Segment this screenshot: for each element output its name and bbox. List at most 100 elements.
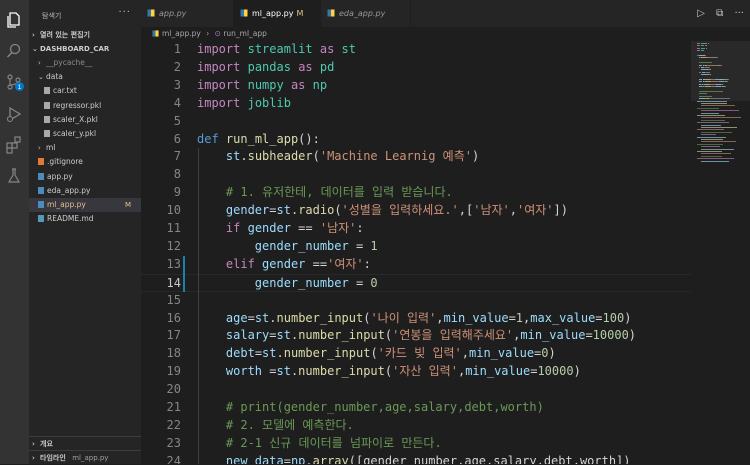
code-line[interactable]: 23 # 2-1 신규 데이터를 넘파이로 만든다. (141, 435, 691, 453)
extensions-icon[interactable] (5, 136, 23, 154)
tree-item[interactable]: › __pycache__ (29, 56, 141, 70)
code-line[interactable]: 21 # print(gender_number,age,salary,debt… (141, 399, 691, 417)
code-line[interactable]: 16 age=st.number_input('나이 입력',min_value… (141, 310, 691, 328)
timeline-section[interactable]: › 타임라인 ml_app.py (29, 450, 141, 464)
code-token: elif (225, 256, 255, 271)
code-line[interactable]: 6 def run_ml_app(): (141, 131, 691, 149)
git-file-icon (38, 158, 44, 166)
code-line[interactable]: 7 st.subheader('Machine Learnig 예측') (141, 148, 691, 166)
chevron-right-icon: › (38, 59, 41, 67)
explorer-more-button[interactable]: ··· (118, 7, 131, 18)
tree-item[interactable]: › ml (29, 141, 141, 155)
testing-icon[interactable] (5, 167, 23, 185)
code-line[interactable]: 3 import numpy as np (141, 77, 691, 95)
code-line[interactable]: 2 import pandas as pd (141, 59, 691, 77)
tree-item[interactable]: scaler_y.pkl (29, 127, 141, 141)
python-file-icon (147, 9, 155, 17)
code-line[interactable]: 19 worth =st.number_input('자산 입력',min_va… (141, 363, 691, 381)
line-number: 19 (166, 364, 181, 379)
code-text: gender=st.radio('성별을 입력하세요.',['남자','여자']… (197, 202, 568, 220)
code-token: '남자' (473, 203, 510, 218)
line-number: 13 (166, 256, 181, 271)
tree-item[interactable]: .gitignore (29, 155, 141, 169)
code-line[interactable]: 9 # 1. 유저한테, 데이터를 입력 받습니다. (141, 184, 691, 202)
tree-item[interactable]: app.py (29, 170, 141, 184)
code-line[interactable]: 12 gender_number = 1 (141, 238, 691, 256)
code-line[interactable]: 4 import joblib (141, 95, 691, 113)
minimap-segment (697, 122, 729, 124)
code-line[interactable]: 20 (141, 381, 691, 399)
split-editor-button[interactable]: ⧉ (716, 8, 723, 19)
code-token: pd (319, 59, 335, 74)
tree-item[interactable]: ml_app.py M (29, 198, 141, 212)
code-line[interactable]: 17 salary=st.number_input('연봉을 입력해주세요',m… (141, 327, 691, 345)
code-line[interactable]: 13 elif gender =='여자': (141, 256, 691, 274)
line-number: 24 (166, 453, 181, 464)
tab-eda-app-py[interactable]: eda_app.py (321, 0, 411, 27)
minimap-viewport[interactable] (691, 41, 750, 101)
tab-ml-app-py[interactable]: ml_app.py M (234, 0, 321, 27)
code-text: # print(gender_number,age,salary,debt,wo… (197, 399, 544, 417)
code-token: # 1. 유저한테, 데이터를 입력 받습니다. (225, 185, 453, 200)
code-text: # 2-1 신규 데이터를 넘파이로 만든다. (197, 435, 442, 453)
explorer-icon[interactable] (5, 11, 23, 29)
minimap[interactable] (691, 41, 750, 464)
code-line[interactable]: 5 (141, 113, 691, 131)
minimap-segment (701, 131, 732, 133)
run-file-button[interactable]: ▷ (697, 8, 705, 19)
code-token: np (290, 453, 306, 464)
code-token: ) (548, 346, 556, 361)
breadcrumb-symbol[interactable]: run_ml_app (223, 29, 267, 38)
minimap-segment (701, 146, 720, 148)
code-line[interactable]: 18 debt=st.number_input('카드 빚 입력',min_va… (141, 345, 691, 363)
python-file-icon (152, 30, 159, 37)
tree-item[interactable]: ⌄ data (29, 70, 141, 84)
code-token: salary (225, 328, 270, 343)
code-line[interactable]: 15 (141, 292, 691, 310)
code-token: def (197, 131, 219, 146)
code-token: # print(gender_number,age,salary,debt,wo… (225, 400, 544, 414)
code-token: ,[ (458, 203, 474, 218)
code-line[interactable]: 24 new_data=np.array([gender_number,age,… (141, 453, 691, 464)
code-line[interactable]: 14 gender_number = 0 (141, 273, 691, 292)
breadcrumb-file[interactable]: ml_app.py (162, 29, 201, 38)
python-file-icon (327, 9, 335, 17)
tree-item[interactable]: scaler_X.pkl (29, 113, 141, 127)
minimap-segment (701, 155, 722, 157)
search-icon[interactable] (5, 42, 23, 60)
code-line[interactable]: 22 # 2. 모델에 예측한다. (141, 417, 691, 435)
modified-lines-gutter (183, 255, 185, 292)
minimap-segment (701, 139, 723, 140)
run-debug-icon[interactable] (5, 105, 23, 123)
code-line[interactable]: 8 (141, 166, 691, 184)
code-editor[interactable]: 1 import streamlit as st 2 import pandas as… (141, 41, 691, 464)
tab-app-py[interactable]: app.py (141, 0, 234, 27)
code-line[interactable]: 11 if gender == '남자': (141, 220, 691, 238)
code-token: import (197, 77, 241, 92)
more-actions-button[interactable]: ··· (734, 8, 744, 19)
line-number: 16 (166, 310, 181, 325)
code-token: age (225, 310, 248, 325)
tree-item[interactable]: car.txt (29, 84, 141, 98)
tree-item[interactable]: eda_app.py (29, 184, 141, 198)
code-token: min_value (469, 346, 535, 361)
code-line[interactable]: 1 import streamlit as st (141, 41, 691, 59)
code-token: == (290, 221, 320, 235)
tree-item[interactable]: README.md (29, 212, 141, 226)
outline-section[interactable]: › 개요 (29, 436, 141, 450)
open-editors-section[interactable]: › 열려 있는 편집기 (29, 28, 141, 42)
code-token: # 2-1 신규 데이터를 넘파이로 만든다. (225, 435, 442, 450)
code-line[interactable]: 10 gender=st.radio('성별을 입력하세요.',['남자','여… (141, 202, 691, 220)
tree-item[interactable]: regressor.pkl (29, 99, 141, 113)
project-section[interactable]: ⌄ DASHBOARD_CAR (29, 42, 141, 56)
